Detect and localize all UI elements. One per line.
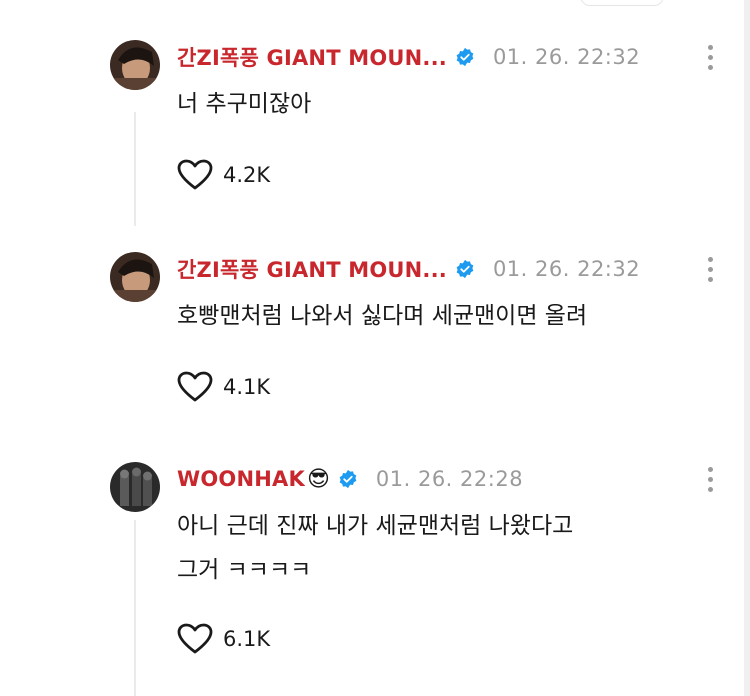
- verified-badge-icon: [338, 469, 358, 489]
- avatar[interactable]: [110, 462, 160, 512]
- like-button[interactable]: 4.2K: [177, 159, 270, 191]
- timestamp: 01. 26. 22:28: [375, 467, 524, 491]
- like-count: 6.1K: [223, 627, 271, 651]
- comment-text-line: 그거 ㅋㅋㅋㅋ: [177, 557, 312, 583]
- timestamp: 01. 26. 22:32: [492, 257, 641, 281]
- scrollbar[interactable]: [744, 0, 750, 696]
- more-options-icon[interactable]: [700, 42, 720, 72]
- thread-line: [134, 520, 136, 696]
- comment-text-line: 아니 근데 진짜 내가 세균맨처럼 나왔다고: [177, 513, 574, 539]
- timestamp: 01. 26. 22:32: [492, 45, 641, 69]
- top-pill-fragment: [580, 0, 664, 6]
- avatar[interactable]: [110, 252, 160, 302]
- heart-icon: [177, 159, 213, 190]
- thread-line: [134, 112, 136, 226]
- more-options-icon[interactable]: [700, 464, 720, 494]
- like-count: 4.2K: [223, 163, 271, 187]
- verified-badge-icon: [455, 259, 475, 279]
- sunglasses-emoji: 😎: [306, 466, 330, 492]
- username[interactable]: 간ZI폭풍 GIANT MOUN...: [177, 254, 447, 284]
- username[interactable]: 간ZI폭풍 GIANT MOUN...: [177, 42, 447, 72]
- verified-badge-icon: [455, 47, 475, 67]
- like-button[interactable]: 6.1K: [177, 623, 270, 655]
- avatar[interactable]: [110, 40, 160, 90]
- more-options-icon[interactable]: [700, 254, 720, 284]
- heart-icon: [177, 371, 213, 402]
- like-count: 4.1K: [223, 375, 271, 399]
- heart-icon: [177, 623, 213, 654]
- username[interactable]: WOONHAK: [177, 467, 305, 491]
- comment-text: 호빵맨처럼 나와서 싫다며 세균맨이면 올려: [177, 303, 588, 329]
- like-button[interactable]: 4.1K: [177, 371, 270, 403]
- comment-text: 너 추구미잖아: [177, 91, 312, 117]
